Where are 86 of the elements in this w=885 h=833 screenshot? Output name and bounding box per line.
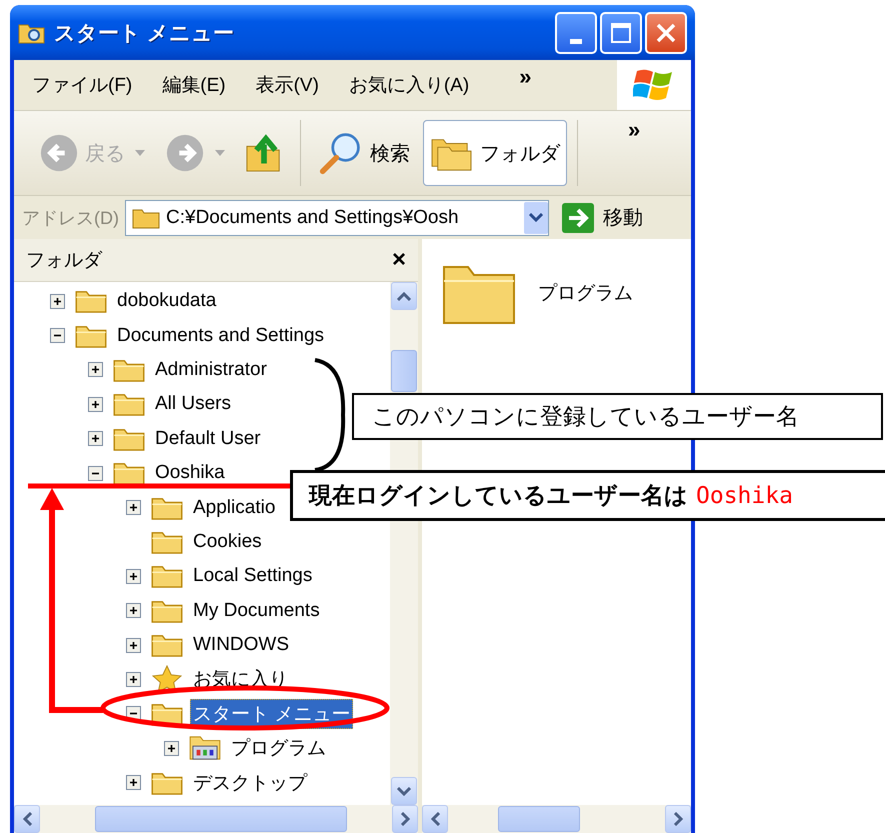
collapse-icon[interactable]: [50, 328, 65, 344]
folder-icon: [151, 564, 183, 588]
folder-icon: [151, 496, 183, 520]
expand-icon[interactable]: [126, 672, 141, 687]
expand-icon[interactable]: [88, 396, 103, 412]
folder-tree-item[interactable]: Ooshika: [152, 460, 228, 486]
folder-tree-item[interactable]: Documents and Settings: [114, 322, 328, 349]
horizontal-scrollbar[interactable]: [14, 805, 418, 833]
collapse-icon[interactable]: [88, 466, 103, 481]
scroll-thumb[interactable]: [95, 806, 347, 832]
folder-icon: [113, 426, 145, 451]
address-label: アドレス(D): [22, 206, 119, 230]
expand-icon[interactable]: [126, 638, 141, 653]
window-title: スタート メニュー: [54, 20, 235, 46]
expand-icon[interactable]: [50, 294, 65, 309]
expand-icon[interactable]: [88, 362, 103, 378]
expand-icon[interactable]: [126, 603, 141, 618]
folder-icon: [113, 461, 145, 486]
windows-flag-icon: [633, 67, 675, 103]
maximize-button[interactable]: [600, 12, 642, 54]
folder-tree-item[interactable]: Local Settings: [190, 563, 316, 590]
scroll-thumb[interactable]: [498, 806, 580, 832]
folder-icon: [151, 598, 183, 623]
folder-tree-item[interactable]: dobokudata: [114, 288, 220, 314]
pane-title: フォルダ: [26, 249, 102, 273]
folder-tree-item[interactable]: デスクトップ: [190, 768, 310, 798]
folder-icon: [75, 289, 107, 314]
folder-tree-item[interactable]: Administrator: [152, 356, 270, 383]
folder-tree-item[interactable]: All Users: [152, 391, 234, 418]
chevron-up-icon: [397, 292, 411, 300]
scroll-up-button[interactable]: [391, 282, 417, 310]
folder-name[interactable]: プログラム: [538, 280, 633, 306]
folder-icon: [113, 358, 145, 382]
folder-tree-item[interactable]: Applicatio: [190, 494, 278, 521]
menu-item[interactable]: 表示(V): [256, 72, 319, 98]
toolbar-overflow-chevron[interactable]: »: [628, 117, 640, 143]
menu-item[interactable]: ファイル(F): [32, 72, 132, 98]
folder-tree-item[interactable]: WINDOWS: [190, 632, 292, 658]
scroll-down-button[interactable]: [391, 777, 417, 805]
chevron-right-icon: [400, 812, 410, 826]
folder-icon: [113, 392, 145, 416]
callout-text: 現在ログインしているユーザー名は: [309, 481, 688, 510]
close-pane-button[interactable]: ×: [392, 246, 406, 274]
callout-text: このパソコンに登録しているユーザー名: [372, 402, 799, 431]
menu-item[interactable]: お気に入り(A): [348, 72, 470, 98]
folder-tree-item[interactable]: Cookies: [190, 528, 265, 555]
maximize-icon: [611, 22, 631, 42]
chevron-down-icon: [529, 213, 543, 222]
caret-icon: [135, 150, 145, 156]
scroll-left-button[interactable]: [14, 805, 40, 833]
scroll-right-button[interactable]: [665, 805, 691, 833]
folder-icon: [151, 633, 183, 658]
folder-icon: [132, 206, 160, 228]
close-button[interactable]: [645, 12, 687, 54]
expand-icon[interactable]: [126, 775, 141, 790]
folder-tree-item[interactable]: Default User: [152, 426, 264, 452]
chevron-left-icon: [430, 812, 440, 826]
menu-item[interactable]: 編集(E): [162, 72, 226, 98]
caret-icon: [215, 150, 225, 156]
expand-icon[interactable]: [164, 740, 179, 756]
scroll-right-button[interactable]: [392, 805, 418, 833]
expand-icon[interactable]: [126, 568, 141, 584]
folder-tree-item[interactable]: プログラム: [228, 733, 329, 764]
scroll-left-button[interactable]: [422, 805, 448, 833]
chevron-down-icon: [397, 786, 411, 796]
expand-icon[interactable]: [88, 431, 103, 446]
folder-icon: [151, 770, 183, 795]
expand-icon[interactable]: [126, 500, 141, 516]
minimize-icon: [570, 38, 582, 44]
search-button[interactable]: 検索: [311, 120, 417, 186]
chevron-left-icon: [22, 812, 32, 826]
scroll-thumb[interactable]: [391, 350, 417, 392]
minimize-button[interactable]: [555, 12, 597, 54]
address-field[interactable]: C:¥Documents and Settings¥Oosh: [125, 200, 549, 236]
folder-icon: [75, 324, 107, 348]
horizontal-scrollbar[interactable]: [422, 805, 691, 833]
menu-overflow-chevron[interactable]: »: [519, 64, 532, 90]
chevron-right-icon: [674, 812, 682, 826]
user-name-text: Ooshika: [696, 482, 793, 508]
folder-icon: [151, 530, 183, 554]
folders-button[interactable]: フォルダ: [423, 120, 567, 186]
close-icon: [656, 22, 676, 42]
folder-tree-item[interactable]: My Documents: [190, 598, 323, 624]
go-button[interactable]: 移動: [555, 202, 643, 234]
program-group-icon: [189, 735, 221, 762]
dropdown-button[interactable]: [524, 202, 548, 234]
